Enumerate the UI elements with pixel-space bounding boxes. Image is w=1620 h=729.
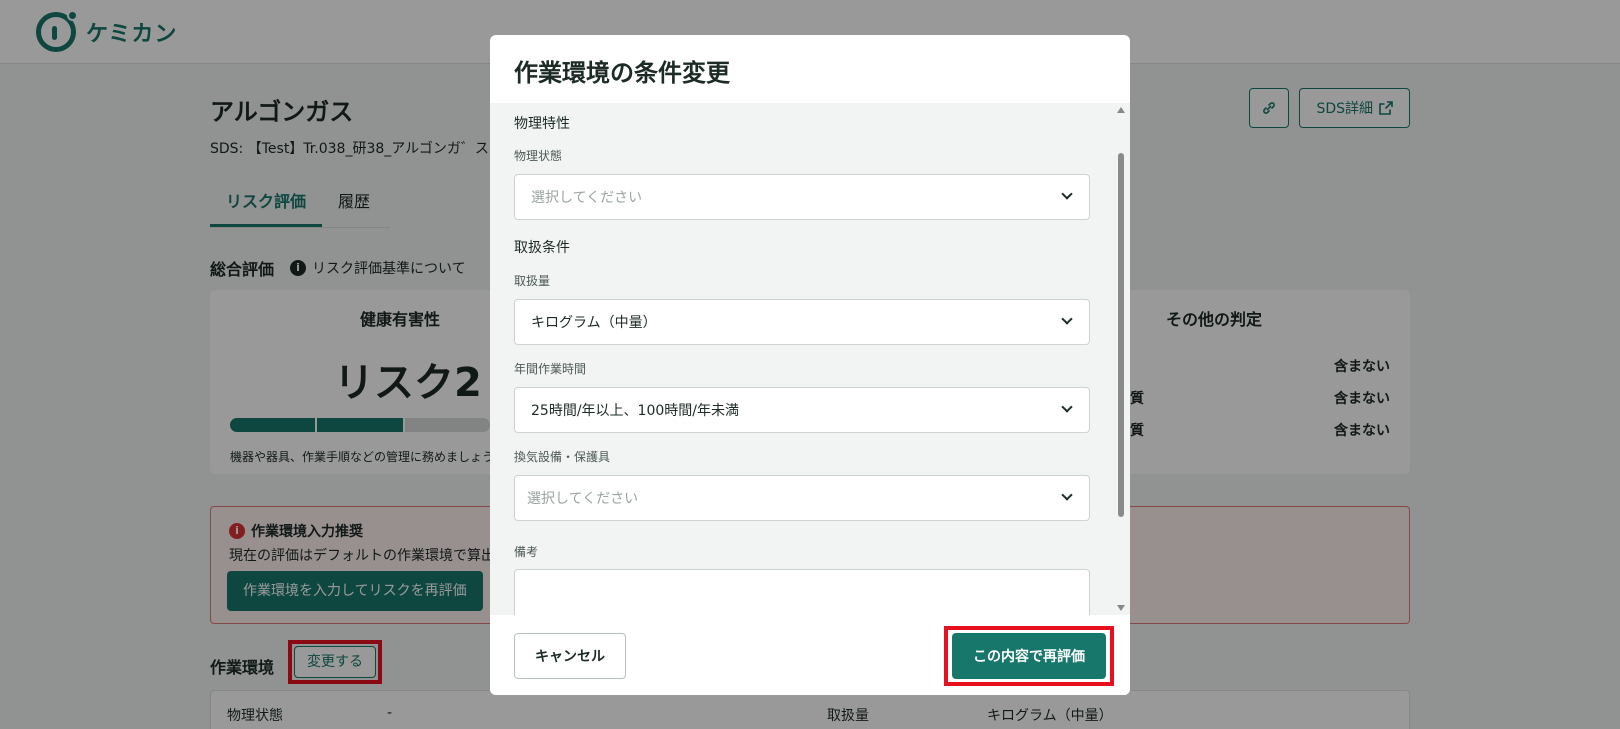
scroll-down-arrow-icon[interactable] [1117,605,1125,611]
chevron-down-icon [1061,313,1073,325]
annual-hours-label: 年間作業時間 [514,362,587,376]
physical-group-title: 物理特性 [514,116,570,132]
modal-title: 作業環境の条件変更 [514,59,730,87]
chevron-down-icon [1061,188,1073,200]
reassess-submit-button[interactable]: この内容で再評価 [952,633,1106,679]
chevron-down-icon [1061,489,1073,501]
scroll-thumb[interactable] [1118,153,1124,517]
amount-label: 取扱量 [514,274,551,288]
notes-textarea[interactable] [514,569,1090,615]
handling-group-title: 取扱条件 [514,240,570,256]
annual-hours-select[interactable]: 25時間/年以上、100時間/年未満 [514,387,1090,433]
notes-label: 備考 [514,545,539,559]
modal-scrollbar[interactable] [1116,107,1126,611]
ventilation-label: 換気設備・保護具 [514,450,611,464]
cancel-button[interactable]: キャンセル [514,633,626,679]
physical-state-label: 物理状態 [514,149,563,163]
scroll-up-arrow-icon[interactable] [1117,107,1125,113]
modal-body[interactable]: 物理特性 物理状態 選択してください 取扱条件 取扱量 キログラム（中量） 年間… [490,103,1130,615]
ventilation-select[interactable]: 選択してください [514,475,1090,521]
condition-change-modal: 作業環境の条件変更 物理特性 物理状態 選択してください 取扱条件 取扱量 キロ… [490,35,1130,695]
modal-footer: キャンセル この内容で再評価 [490,615,1130,695]
amount-select[interactable]: キログラム（中量） [514,299,1090,345]
chevron-down-icon [1061,401,1073,413]
physical-state-select[interactable]: 選択してください [514,174,1090,220]
